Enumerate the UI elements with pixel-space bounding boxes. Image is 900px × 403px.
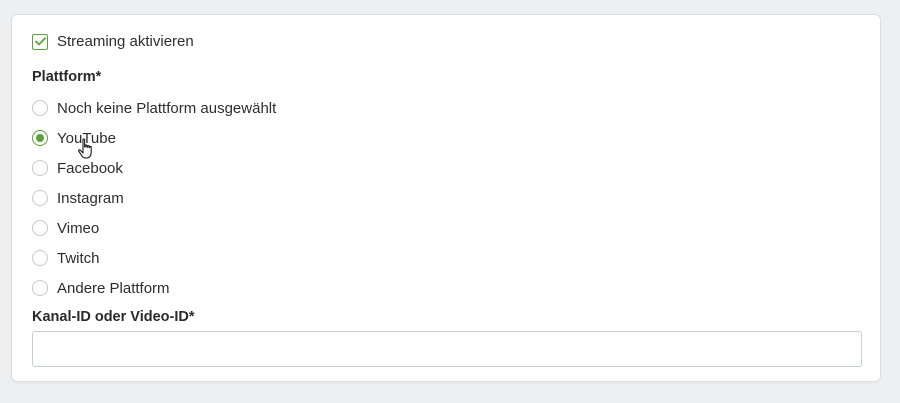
- channel-id-label: Kanal-ID oder Video-ID*: [32, 309, 195, 325]
- platform-option-label: Andere Plattform: [57, 279, 170, 297]
- platform-option-label: Twitch: [57, 249, 100, 267]
- platform-option-facebook[interactable]: Facebook: [32, 153, 276, 183]
- platform-option-other[interactable]: Andere Plattform: [32, 273, 276, 303]
- platform-option-youtube[interactable]: YouTube: [32, 123, 276, 153]
- radio-button[interactable]: [32, 190, 48, 206]
- radio-button[interactable]: [32, 160, 48, 176]
- radio-button[interactable]: [32, 250, 48, 266]
- platform-option-label: Instagram: [57, 189, 124, 207]
- platform-label: Plattform*: [32, 69, 102, 85]
- channel-id-input[interactable]: [32, 331, 862, 367]
- streaming-settings-card: Streaming aktivieren Plattform* Noch kei…: [11, 14, 881, 382]
- platform-option-none[interactable]: Noch keine Plattform ausgewählt: [32, 93, 276, 123]
- platform-option-label: Vimeo: [57, 219, 100, 237]
- platform-option-instagram[interactable]: Instagram: [32, 183, 276, 213]
- radio-button-selected[interactable]: [32, 130, 48, 146]
- platform-option-vimeo[interactable]: Vimeo: [32, 213, 276, 243]
- streaming-enable-checkbox[interactable]: [32, 33, 48, 50]
- platform-option-label: Noch keine Plattform ausgewählt: [57, 99, 277, 117]
- radio-dot: [36, 134, 44, 142]
- streaming-enable-checkbox-row[interactable]: Streaming aktivieren: [32, 33, 194, 50]
- streaming-enable-label: Streaming aktivieren: [57, 33, 194, 50]
- platform-option-label: Facebook: [57, 159, 123, 177]
- radio-button[interactable]: [32, 280, 48, 296]
- radio-button[interactable]: [32, 100, 48, 116]
- platform-radio-group: Noch keine Plattform ausgewählt YouTube …: [32, 93, 276, 303]
- platform-option-label: YouTube: [57, 129, 116, 147]
- check-icon: [34, 37, 46, 46]
- radio-button[interactable]: [32, 220, 48, 236]
- platform-option-twitch[interactable]: Twitch: [32, 243, 276, 273]
